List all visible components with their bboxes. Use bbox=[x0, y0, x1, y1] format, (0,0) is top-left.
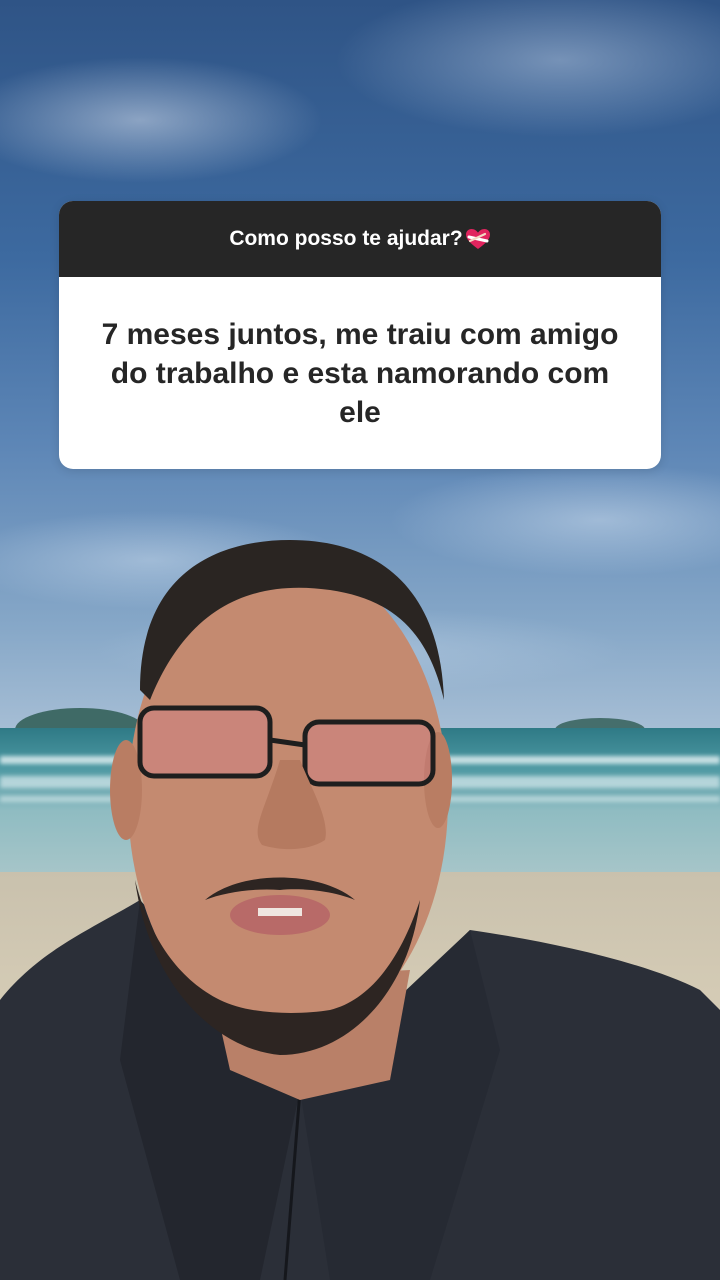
question-prompt: Como posso te ajudar? bbox=[229, 227, 463, 250]
question-sticker-header: Como posso te ajudar? bbox=[59, 201, 661, 277]
question-sticker[interactable]: Como posso te ajudar? 7 meses juntos, me… bbox=[59, 201, 661, 469]
question-answer-text: 7 meses juntos, me traiu com amigo do tr… bbox=[101, 317, 619, 429]
mending-heart-icon bbox=[465, 229, 490, 249]
question-answer-box: 7 meses juntos, me traiu com amigo do tr… bbox=[59, 277, 661, 469]
story-view[interactable]: Como posso te ajudar? 7 meses juntos, me… bbox=[0, 0, 720, 1280]
person-photo bbox=[0, 540, 720, 1280]
